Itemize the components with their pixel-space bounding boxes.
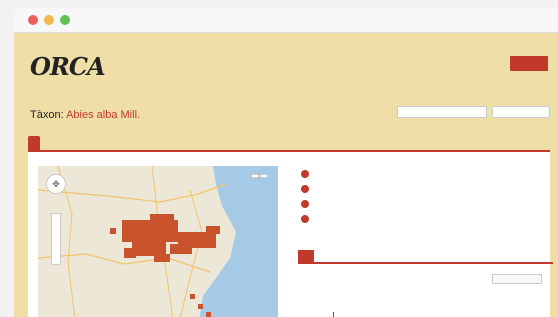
count-badge <box>301 170 309 178</box>
maximize-window-icon[interactable] <box>60 15 70 25</box>
tab-secondary[interactable] <box>40 136 52 150</box>
chart-axis <box>333 312 364 317</box>
distribution-map[interactable]: ✥ <box>38 166 278 317</box>
stat-row-4 <box>298 215 309 223</box>
download-button[interactable] <box>492 274 542 284</box>
close-window-icon[interactable] <box>28 15 38 25</box>
tab-distribution[interactable] <box>28 136 40 150</box>
minimize-window-icon[interactable] <box>44 15 54 25</box>
map-pan-control[interactable]: ✥ <box>46 174 66 194</box>
subtab-secondary[interactable] <box>314 250 330 262</box>
detail-tabs <box>298 250 553 264</box>
login-button[interactable] <box>510 56 548 71</box>
stat-row-3 <box>298 200 309 208</box>
count-badge <box>301 185 309 193</box>
window-titlebar <box>14 8 558 33</box>
map-type-option[interactable] <box>260 174 268 178</box>
main-panel: ✥ <box>28 150 553 317</box>
main-tabs <box>28 136 52 150</box>
search-input[interactable] <box>397 106 487 118</box>
stats-list <box>298 170 309 230</box>
browser-window: ORCA Tàxon: Abies alba Mill. ✥ <box>14 8 558 317</box>
search-button[interactable] <box>492 106 550 118</box>
map-type-option[interactable] <box>251 174 259 178</box>
taxon-name: Abies alba Mill. <box>66 109 141 121</box>
taxon-label: Tàxon: <box>30 109 64 121</box>
map-zoom-slider[interactable] <box>51 213 61 265</box>
site-logo[interactable]: ORCA <box>30 52 106 81</box>
count-badge <box>301 215 309 223</box>
stat-row-1 <box>298 170 309 178</box>
count-badge <box>301 200 309 208</box>
map-canvas <box>38 166 278 317</box>
page-title: Tàxon: Abies alba Mill. <box>30 109 140 121</box>
subtab-active[interactable] <box>298 250 314 262</box>
stat-row-2 <box>298 185 309 193</box>
map-type-control <box>251 174 268 178</box>
